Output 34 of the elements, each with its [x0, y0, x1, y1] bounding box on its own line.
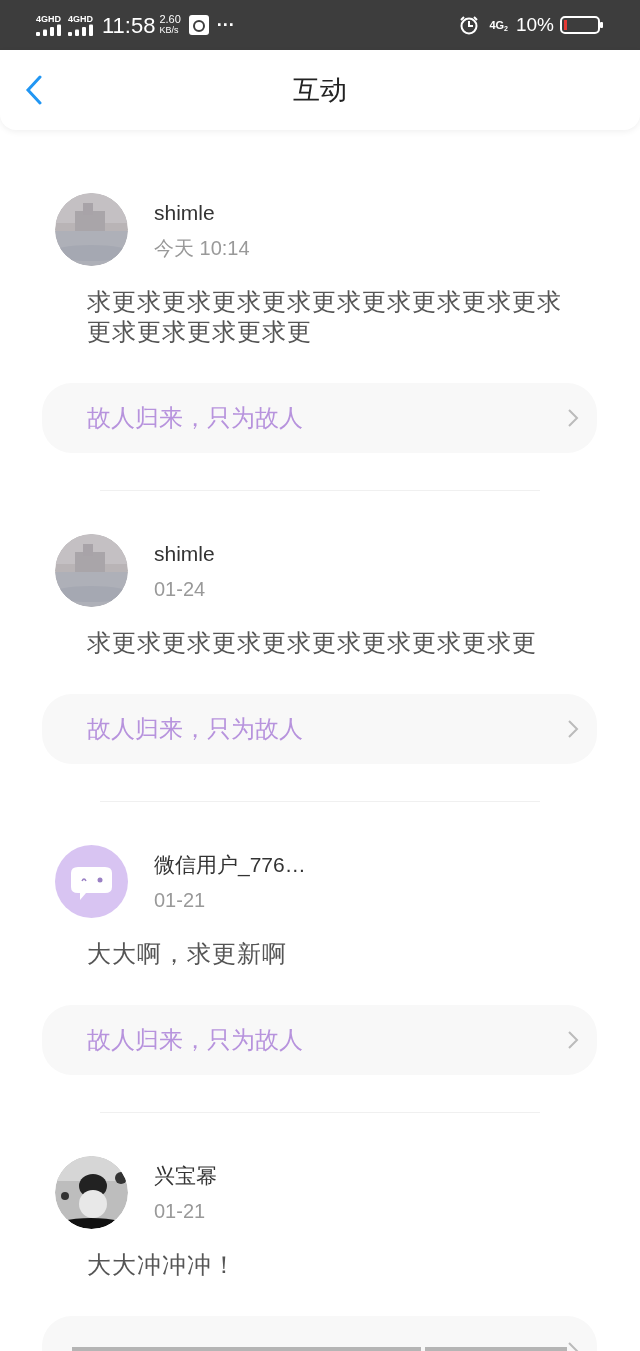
more-indicator: ··· — [216, 13, 235, 37]
story-link[interactable]: 故人归来，只为故人 — [42, 383, 597, 453]
comment-text: 求更求更求更求更求更求更求更求更求更 — [87, 628, 538, 658]
chevron-right-icon — [567, 719, 579, 739]
signal-icon — [36, 24, 62, 36]
user-name: 兴宝幂 — [154, 1162, 217, 1189]
clock: 11:58 — [102, 11, 156, 40]
story-link[interactable]: 故人归来，只为故人 — [42, 1005, 597, 1075]
comment-time: 01-21 — [154, 1198, 207, 1224]
speed-value: 2.60 — [159, 14, 181, 25]
network-label: 4G$_{2}$ — [489, 17, 508, 34]
alarm-icon — [459, 15, 480, 35]
network-label: 4GHD — [36, 14, 61, 24]
user-name: shimle — [154, 199, 216, 226]
page-title: 互动 — [293, 73, 347, 107]
back-icon[interactable] — [25, 75, 43, 105]
speed-unit: KB/s — [159, 25, 180, 36]
comment-time: 今天 10:14 — [154, 235, 250, 261]
network-label: 4GHD — [68, 14, 93, 24]
story-link[interactable]: 故人归来，只为故人 — [42, 694, 597, 764]
user-name: 微信用户_776… — [154, 851, 306, 879]
comment-text: 大大冲冲冲！ — [87, 1250, 238, 1280]
comment-text: 大大啊，求更新啊 — [87, 939, 288, 969]
chat-bubble-avatar-icon — [55, 845, 128, 918]
chevron-right-icon — [567, 408, 579, 428]
user-name: shimle — [154, 540, 215, 567]
battery-icon — [560, 15, 604, 35]
comment-time: 01-24 — [154, 576, 207, 602]
chevron-right-icon — [567, 1030, 579, 1050]
battery-percent: 10% — [515, 12, 554, 37]
comment-time: 01-21 — [154, 887, 207, 913]
comment-text: 求更求更求更求更求更求更求更求更求更求更求更求更求更求更 — [87, 287, 563, 347]
signal-icon — [68, 24, 94, 36]
app-icon — [188, 15, 209, 35]
